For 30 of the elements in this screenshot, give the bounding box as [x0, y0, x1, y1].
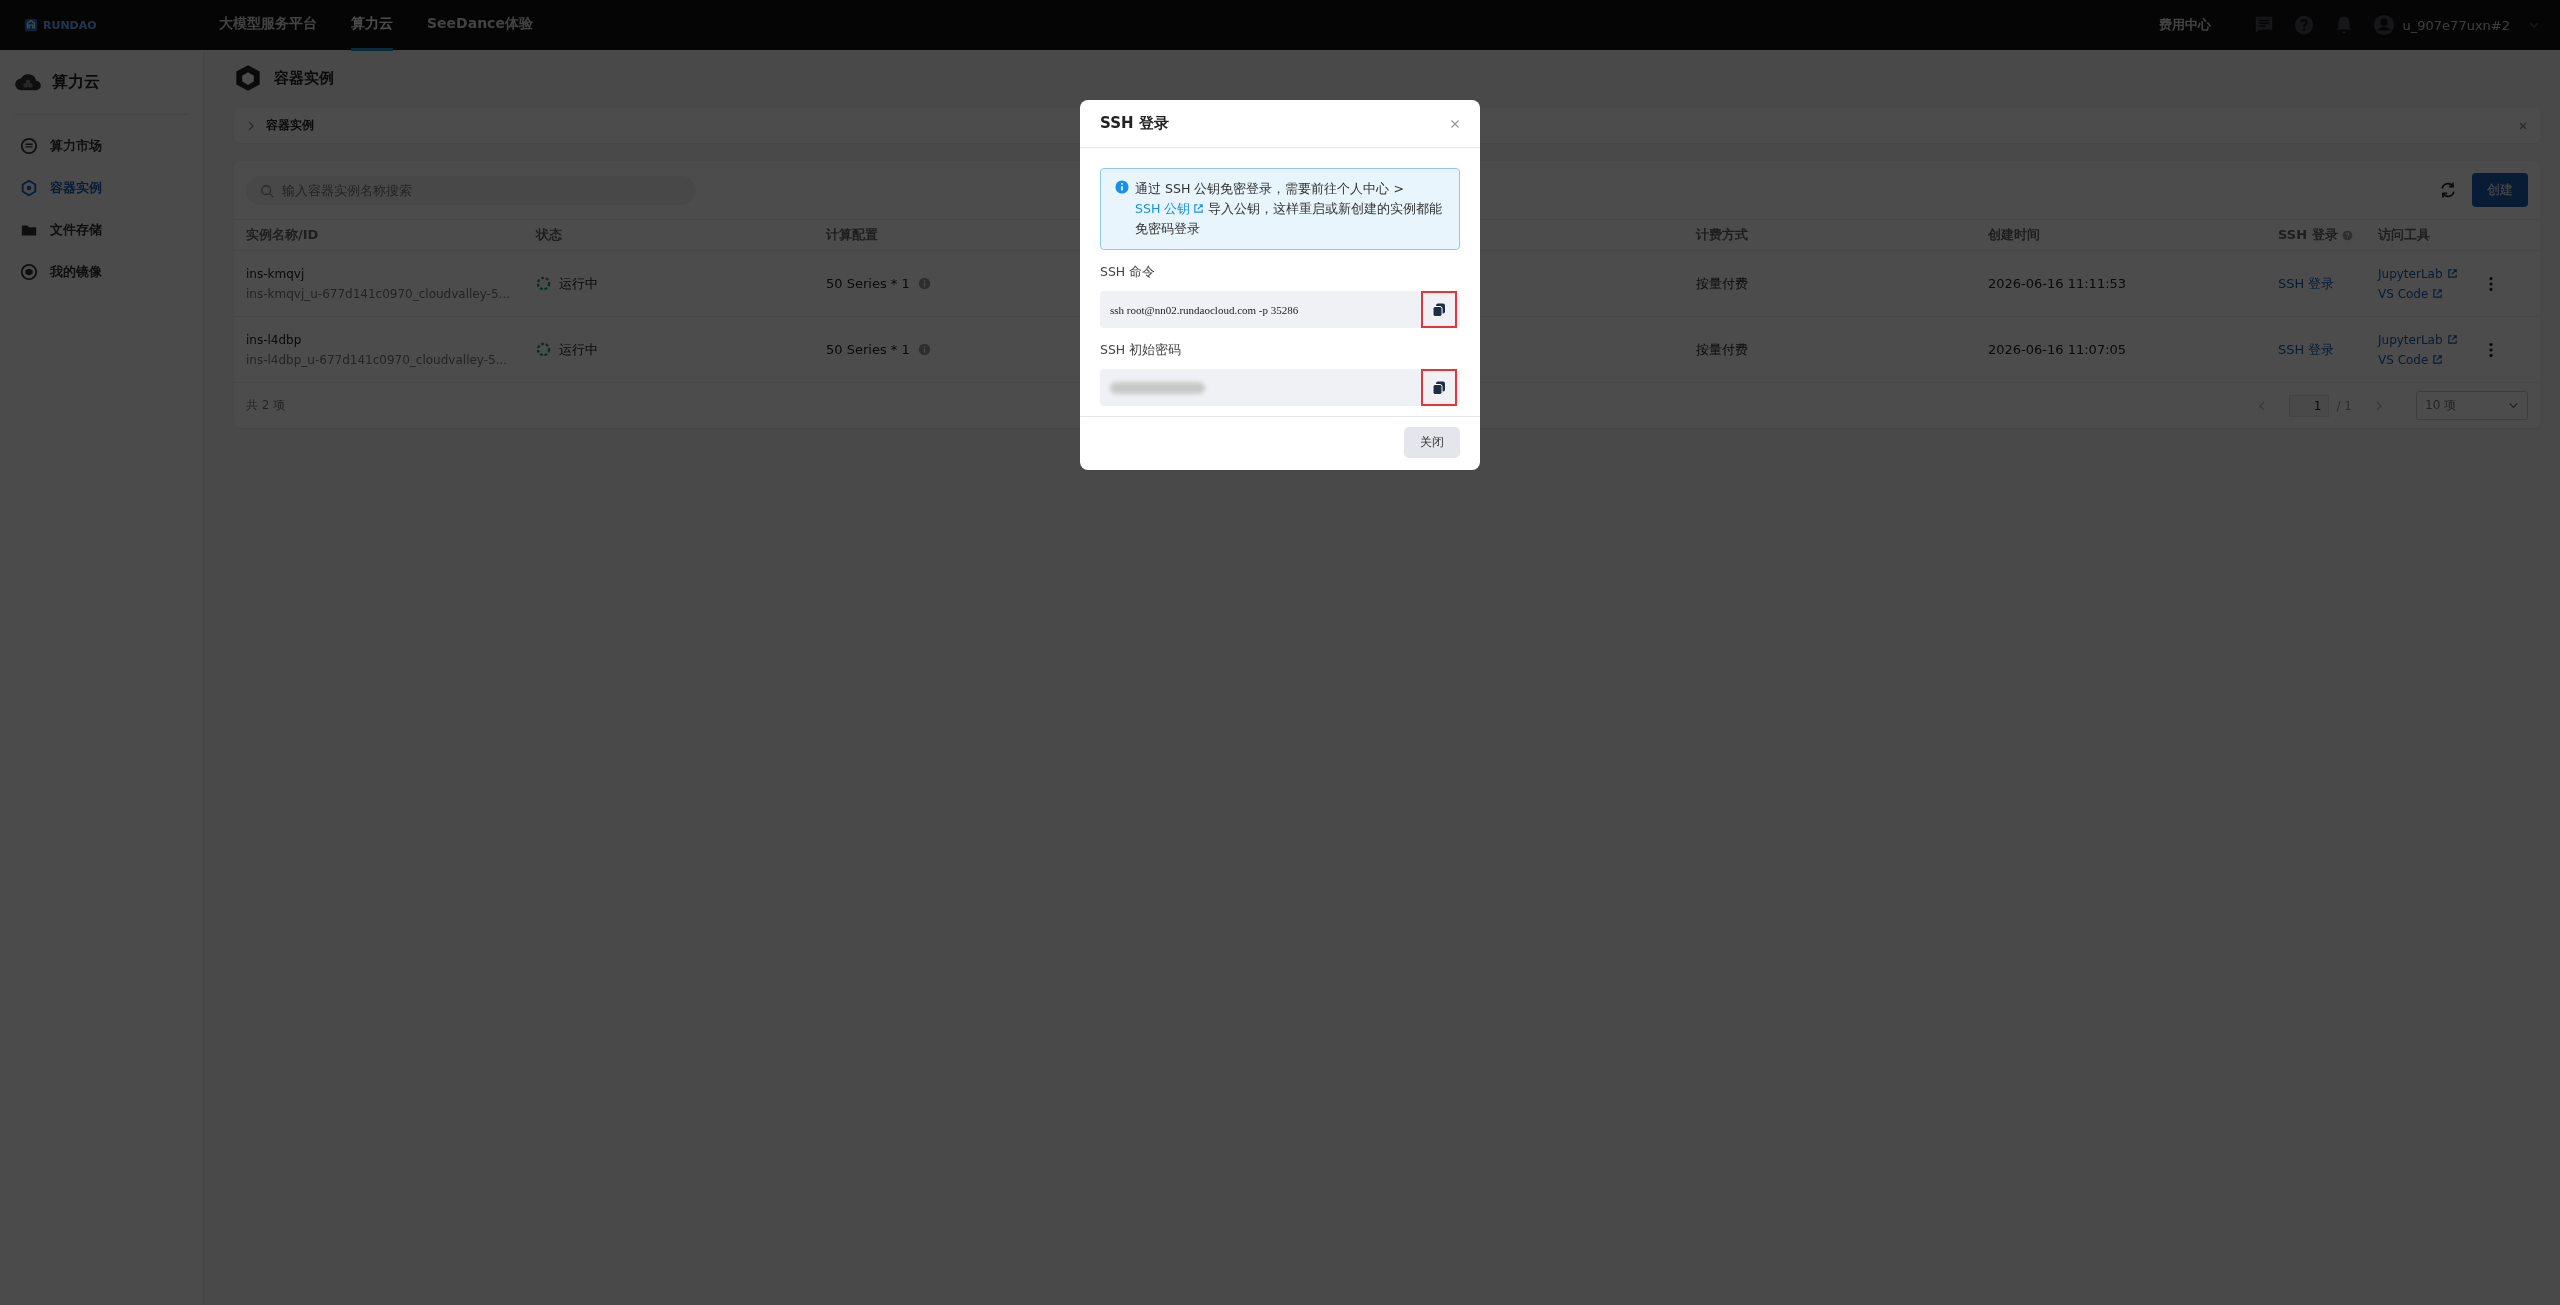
table-cell-text: 按量付费: [1696, 340, 1749, 359]
external-link-icon: [1193, 203, 1205, 214]
copy-icon: [1431, 379, 1447, 396]
table-cell-text: 2026-06-16 11:11:53: [1988, 276, 2128, 291]
field-label: SSH 命令: [1100, 264, 1157, 281]
copy-icon: [1431, 301, 1447, 318]
copy-button[interactable]: [1421, 291, 1457, 328]
page-title: 容器实例: [274, 68, 334, 88]
config-text: 50 Series * 1: [826, 342, 910, 357]
instance-name: ins-kmqvj: [246, 266, 306, 281]
sidebar-title: 算力云: [52, 71, 100, 93]
instance-name: ins-l4dbp: [246, 332, 303, 347]
ssh-command: ssh root@nn02.rundaocloud.com -p 35286: [1110, 303, 1299, 316]
ssh-login-link[interactable]: SSH 登录: [2278, 274, 2335, 293]
status-text: 运行中: [559, 274, 598, 293]
dialog-title: SSH 登录: [1100, 114, 1169, 133]
config-text: 50 Series * 1: [826, 276, 910, 291]
status-text: 运行中: [559, 340, 598, 359]
copy-button[interactable]: [1421, 369, 1457, 406]
field-label: SSH 初始密码: [1100, 342, 1183, 359]
ssh-key-link[interactable]: SSH 公钥: [1135, 201, 1205, 216]
info-icon: [1115, 180, 1129, 194]
table-cell-text: 2026-06-16 11:07:05: [1988, 342, 2128, 357]
close-button[interactable]: 关闭: [1404, 427, 1460, 458]
logo-text: RUNDAO: [43, 18, 97, 32]
notice-text: 通过 SSH 公钥免密登录，需要前往个人中心 > SSH 公钥 导入公钥，这样重启或新创建的实例都能免密码登录: [1135, 180, 1444, 238]
breadcrumb[interactable]: 容器实例: [266, 117, 314, 134]
table-cell-text: 按量付费: [1696, 274, 1749, 293]
ssh-login-link[interactable]: SSH 登录: [2278, 340, 2335, 359]
close-icon[interactable]: [1450, 118, 1460, 129]
